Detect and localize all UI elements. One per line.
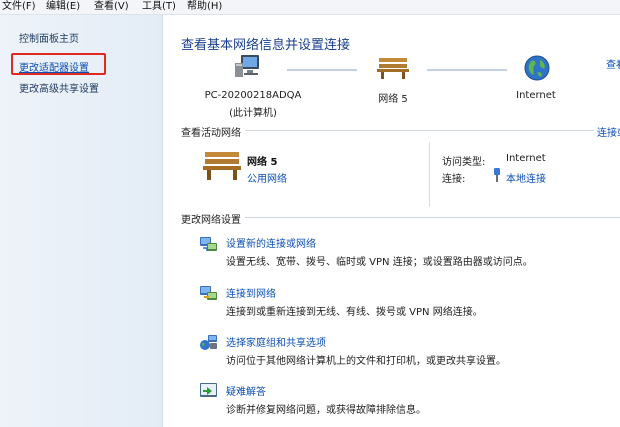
troubleshoot-icon[interactable] [199, 381, 219, 404]
active-networks-title: 查看活动网络 [181, 124, 245, 139]
access-type-label: 访问类型: [442, 157, 486, 168]
sidebar: 控制面板主页 更改适配器设置 更改高级共享设置 [0, 15, 163, 427]
section-divider-change [181, 217, 620, 218]
computer-icon[interactable] [233, 53, 265, 84]
connection-label: 连接: [442, 174, 466, 185]
sidebar-item-control-panel-home[interactable]: 控制面板主页 [19, 30, 79, 45]
setup-new-connection-desc: 设置无线、宽带、拨号、临时或 VPN 连接；或设置路由器或访问点。 [226, 257, 533, 268]
sidebar-item-advanced-sharing[interactable]: 更改高级共享设置 [19, 80, 99, 95]
connect-to-network-link[interactable]: 连接到网络 [226, 285, 276, 300]
computer-subtitle: (此计算机) [229, 108, 277, 119]
homegroup-sharing-desc: 访问位于其他网络计算机上的文件和打印机，或更改共享设置。 [226, 356, 506, 367]
menu-bar: 文件(F) 编辑(E) 查看(V) 工具(T) 帮助(H) [0, 0, 620, 15]
network-name-map: 网络 5 [378, 94, 408, 105]
homegroup-sharing-link[interactable]: 选择家庭组和共享选项 [226, 334, 326, 349]
access-type-value: Internet [506, 153, 546, 164]
change-settings-title: 更改网络设置 [181, 211, 245, 226]
computer-name: PC-20200218ADQA [204, 90, 302, 101]
ethernet-icon [492, 168, 502, 185]
menu-file[interactable]: 文件(F) [2, 0, 36, 13]
main-content: 查看基本网络信息并设置连接 查看 PC-20200 [163, 15, 620, 427]
network-bench-icon[interactable] [376, 55, 410, 82]
column-separator [429, 142, 430, 207]
setup-new-connection-link[interactable]: 设置新的连接或网络 [226, 235, 316, 250]
menu-edit[interactable]: 编辑(E) [46, 0, 80, 13]
troubleshoot-link[interactable]: 疑难解答 [226, 383, 266, 398]
new-connection-icon[interactable] [199, 234, 219, 257]
local-connection-link[interactable]: 本地连接 [506, 170, 546, 185]
page-title: 查看基本网络信息并设置连接 [181, 38, 351, 53]
troubleshoot-desc: 诊断并修复网络问题，或获得故障排除信息。 [226, 405, 426, 416]
connect-or-disconnect-link[interactable]: 连接或 [594, 124, 620, 139]
homegroup-icon[interactable] [199, 332, 219, 355]
connection-line-1 [287, 69, 357, 71]
menu-view[interactable]: 查看(V) [94, 0, 129, 13]
see-full-map-link[interactable]: 查看 [606, 56, 620, 71]
connection-line-2 [427, 69, 507, 71]
network-bench-large-icon [201, 149, 243, 184]
active-network-name: 网络 5 [247, 157, 278, 168]
connect-network-icon[interactable] [199, 283, 219, 306]
section-divider-active [181, 130, 620, 131]
connect-to-network-desc: 连接到或重新连接到无线、有线、拨号或 VPN 网络连接。 [226, 307, 483, 318]
menu-help[interactable]: 帮助(H) [187, 0, 222, 13]
internet-label: Internet [516, 90, 556, 101]
sidebar-item-change-adapter-settings[interactable]: 更改适配器设置 [19, 59, 89, 74]
menu-tools[interactable]: 工具(T) [142, 0, 176, 13]
network-type-link[interactable]: 公用网络 [247, 170, 287, 185]
internet-globe-icon[interactable] [523, 54, 551, 85]
